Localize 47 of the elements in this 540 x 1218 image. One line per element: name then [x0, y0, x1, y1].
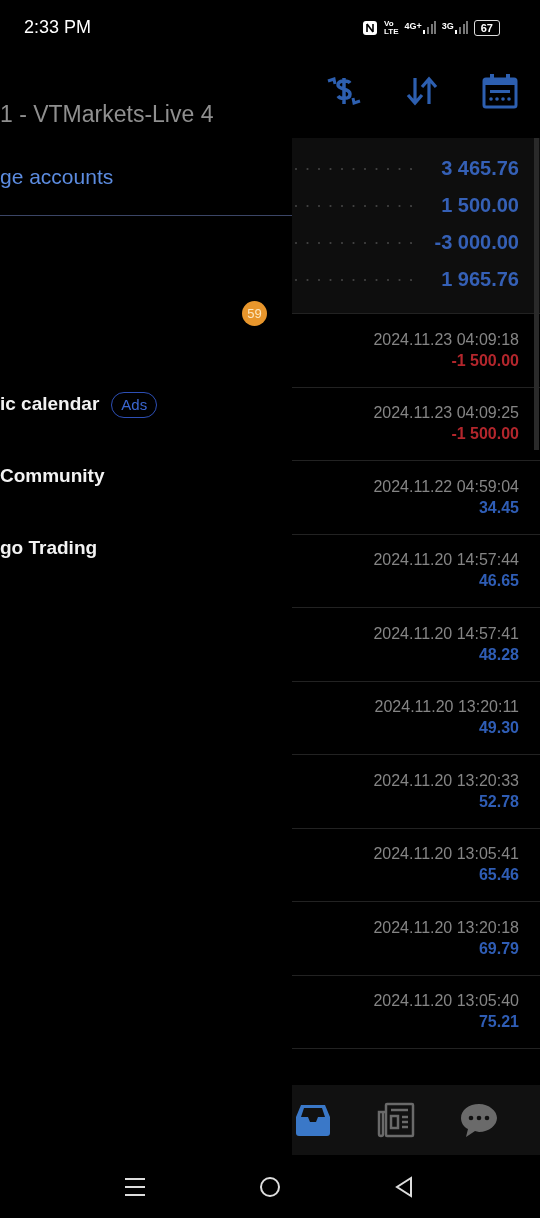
currency-exchange-icon[interactable] — [326, 74, 362, 107]
newspaper-tab-icon[interactable] — [377, 1102, 415, 1138]
deal-amount: 52.78 — [478, 792, 519, 811]
deal-time: 2024.11.20 13:20:33 — [373, 771, 519, 790]
signal-icon — [421, 20, 436, 35]
deal-time: 2024.11.23 04:09:25 — [373, 404, 519, 423]
menu-icon[interactable] — [124, 1176, 146, 1197]
network-type: 3G — [441, 20, 454, 31]
volte-indicator: Vo LTE — [383, 19, 399, 36]
summary-value: -3 000.00 — [434, 231, 519, 254]
network-type: 4G+ — [404, 20, 422, 31]
drawer-menu-item[interactable]: ic calendar — [0, 392, 100, 416]
deal-time: 2024.11.23 04:09:18 — [373, 330, 519, 349]
chat-tab-icon[interactable] — [460, 1102, 498, 1138]
deal-time: 2024.11.20 13:20:11 — [374, 698, 519, 717]
deal-amount: 65.46 — [478, 866, 519, 885]
account-title: 1 - VTMarkets-Live 4 — [0, 101, 214, 128]
deal-amount: 49.30 — [478, 719, 519, 738]
deal-time: 2024.11.20 14:57:41 — [373, 624, 519, 643]
battery-indicator: 67 — [473, 19, 500, 36]
deal-amount: 69.79 — [478, 939, 519, 958]
back-icon[interactable] — [394, 1175, 414, 1198]
deal-amount: 34.45 — [478, 498, 519, 517]
notification-badge: 59 — [242, 301, 267, 326]
summary-value: 3 465.76 — [441, 157, 519, 180]
deal-amount: 46.65 — [478, 572, 519, 591]
summary-value: 1 500.00 — [441, 194, 519, 217]
calendar-icon[interactable] — [482, 72, 518, 109]
deal-time: 2024.11.20 13:20:18 — [373, 918, 519, 937]
drawer-menu-item[interactable]: go Trading — [0, 536, 98, 560]
deal-time: 2024.11.20 13:05:41 — [373, 845, 519, 864]
nfc-icon — [361, 19, 378, 36]
sort-icon[interactable] — [405, 74, 439, 107]
drawer-menu-item[interactable]: Community — [0, 464, 105, 488]
deal-time: 2024.11.22 04:59:04 — [373, 477, 519, 496]
manage-accounts-link[interactable]: ge accounts — [0, 164, 114, 189]
deal-amount: -1 500.00 — [451, 351, 519, 370]
deal-amount: 48.28 — [478, 645, 519, 664]
deal-time: 2024.11.20 13:05:40 — [373, 992, 519, 1011]
deal-amount: 75.21 — [478, 1013, 519, 1032]
inbox-tab-icon[interactable] — [294, 1103, 332, 1137]
summary-value: 1 965.76 — [441, 268, 519, 291]
signal-icon — [453, 20, 468, 35]
home-icon[interactable] — [259, 1175, 281, 1198]
deal-time: 2024.11.20 14:57:44 — [373, 551, 519, 570]
deal-amount: -1 500.00 — [451, 425, 519, 444]
status-time: 2:33 PM — [24, 17, 92, 38]
